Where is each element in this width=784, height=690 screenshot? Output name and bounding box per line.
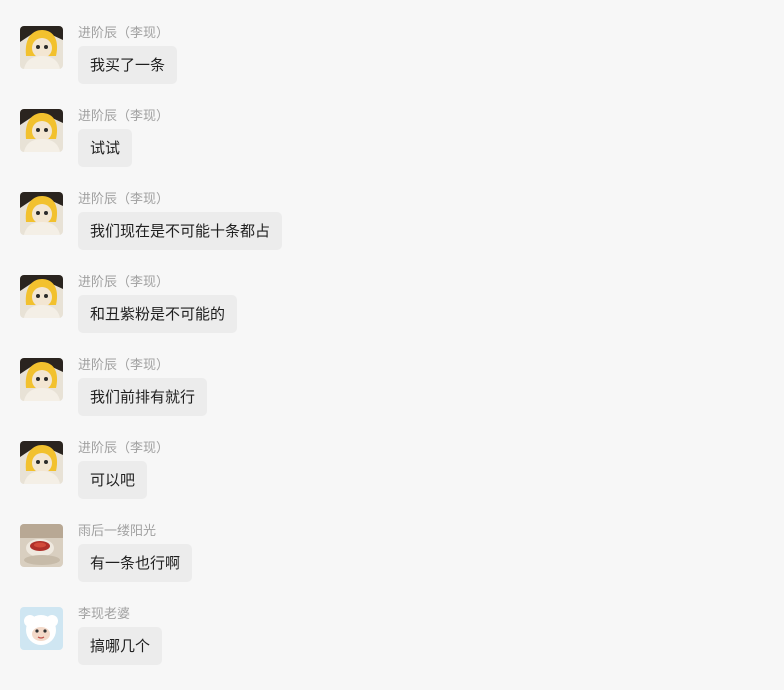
chat-message: 雨后一缕阳光 有一条也行啊 <box>0 524 784 607</box>
chat-message: 李现老婆 搞哪几个 <box>0 607 784 690</box>
sender-name: 雨后一缕阳光 <box>78 524 157 539</box>
yellow-hood-avatar[interactable] <box>20 275 63 318</box>
message-bubble[interactable]: 我买了一条 <box>78 46 178 84</box>
sender-name: 进阶辰（李现） <box>78 275 170 290</box>
sender-name: 进阶辰（李现） <box>78 109 170 124</box>
chat-message: 进阶辰（李现） 试试 <box>0 109 784 192</box>
message-bubble[interactable]: 我们现在是不可能十条都占 <box>78 212 283 250</box>
message-bubble[interactable]: 我们前排有就行 <box>78 378 208 416</box>
sender-name: 进阶辰（李现） <box>78 441 170 456</box>
chat-message: 进阶辰（李现） 我买了一条 <box>0 26 784 109</box>
message-bubble[interactable]: 可以吧 <box>78 461 148 499</box>
chat-message: 进阶辰（李现） 我们现在是不可能十条都占 <box>0 192 784 275</box>
message-bubble[interactable]: 有一条也行啊 <box>78 544 193 582</box>
yellow-hood-avatar[interactable] <box>20 26 63 69</box>
tea-cup-avatar[interactable] <box>20 524 63 567</box>
chat-message: 进阶辰（李现） 我们前排有就行 <box>0 358 784 441</box>
sender-name: 进阶辰（李现） <box>78 358 170 373</box>
chat-message: 进阶辰（李现） 和丑紫粉是不可能的 <box>0 275 784 358</box>
message-bubble[interactable]: 和丑紫粉是不可能的 <box>78 295 238 333</box>
chat-message: 进阶辰（李现） 可以吧 <box>0 441 784 524</box>
yellow-hood-avatar[interactable] <box>20 358 63 401</box>
message-bubble[interactable]: 搞哪几个 <box>78 627 163 665</box>
sender-name: 进阶辰（李现） <box>78 192 170 207</box>
chat-message-list: 进阶辰（李现） 我买了一条 进阶辰（李现） 试试 进阶辰（李现） 我们现在是不可… <box>0 0 784 668</box>
sender-name: 进阶辰（李现） <box>78 26 170 41</box>
white-sheep-avatar[interactable] <box>20 607 63 650</box>
yellow-hood-avatar[interactable] <box>20 109 63 152</box>
yellow-hood-avatar[interactable] <box>20 441 63 484</box>
yellow-hood-avatar[interactable] <box>20 192 63 235</box>
sender-name: 李现老婆 <box>78 607 131 622</box>
message-bubble[interactable]: 试试 <box>78 129 133 167</box>
